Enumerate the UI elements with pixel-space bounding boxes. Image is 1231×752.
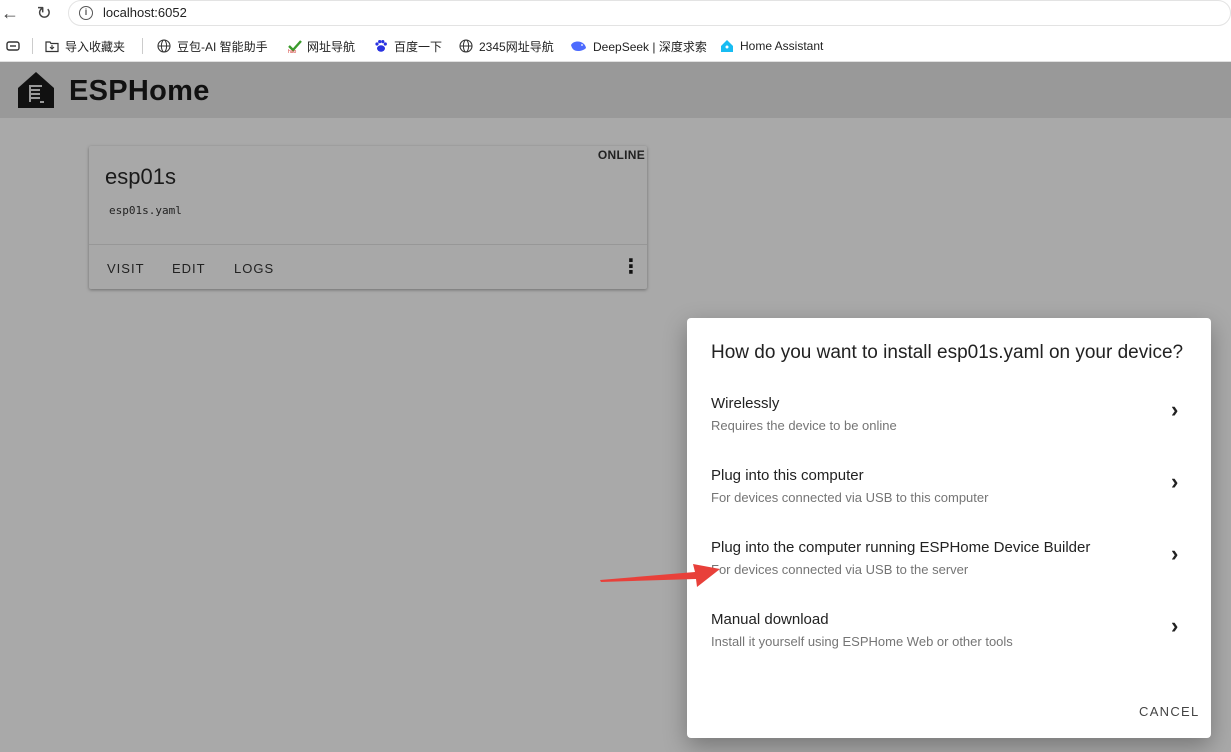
chevron-right-icon: › (1171, 469, 1179, 494)
option-plug-server[interactable]: Plug into the computer running ESPHome D… (687, 532, 1211, 604)
hao-icon: hao (287, 39, 302, 55)
reload-icon[interactable]: ↻ (34, 3, 54, 23)
option-title: Plug into the computer running ESPHome D… (711, 539, 1091, 556)
visit-button[interactable]: VISIT (107, 261, 145, 276)
cancel-button[interactable]: CANCEL (1139, 704, 1200, 719)
globe-icon (157, 39, 171, 53)
bookmark-label: 豆包-AI 智能助手 (177, 39, 268, 54)
device-name: esp01s (105, 164, 176, 189)
dialog-title: How do you want to install esp01s.yaml o… (711, 342, 1184, 363)
option-title: Plug into this computer (711, 467, 864, 484)
option-title: Wirelessly (711, 395, 780, 412)
app-title: ESPHome (69, 75, 210, 107)
edit-button[interactable]: EDIT (172, 261, 206, 276)
bookmark-label: Home Assistant (740, 39, 824, 53)
browser-address-bar: ← ↻ i localhost:6052 (0, 0, 1231, 29)
chevron-right-icon: › (1171, 397, 1179, 422)
home-assistant-icon (720, 39, 734, 53)
bookmark-hao[interactable]: hao 网址导航 (287, 37, 356, 56)
bookmark-doubao[interactable]: 豆包-AI 智能助手 (157, 37, 268, 55)
device-card: ONLINE esp01s esp01s.yaml VISIT EDIT LOG… (89, 146, 647, 289)
bookmark-2345[interactable]: 2345网址导航 (459, 37, 554, 55)
bookmark-import[interactable]: 导入收藏夹 (45, 37, 125, 55)
baidu-paw-icon (374, 39, 388, 53)
annotation-arrow-icon (600, 564, 720, 587)
more-vert-icon[interactable]: ⋮ (621, 256, 641, 278)
bookmark-label: 导入收藏夹 (65, 39, 126, 54)
status-badge: ONLINE (597, 148, 645, 162)
option-wirelessly[interactable]: Wirelessly Requires the device to be onl… (687, 388, 1211, 460)
option-title: Manual download (711, 611, 829, 628)
option-subtitle: Requires the device to be online (711, 418, 897, 433)
option-subtitle: For devices connected via USB to this co… (711, 490, 989, 505)
globe-icon (459, 39, 473, 53)
install-dialog: How do you want to install esp01s.yaml o… (687, 318, 1211, 738)
svg-text:hao: hao (288, 49, 297, 53)
bookmark-label: 网址导航 (307, 39, 356, 54)
bookmark-baidu[interactable]: 百度一下 (374, 37, 442, 55)
esphome-logo-icon (16, 70, 56, 110)
bookmark-deepseek[interactable]: DeepSeek | 深度求索 (570, 37, 707, 55)
bookmarks-bar: 导入收藏夹 豆包-AI 智能助手 hao 网址导航 百度一下 2345网址导航 … (0, 29, 1231, 62)
url-text: localhost:6052 (103, 5, 187, 20)
chevron-right-icon: › (1171, 613, 1179, 638)
folder-import-icon (45, 39, 59, 53)
option-subtitle: Install it yourself using ESPHome Web or… (711, 634, 1013, 649)
bookmarks-toggle-icon[interactable] (6, 37, 20, 55)
logs-button[interactable]: LOGS (234, 261, 274, 276)
bookmark-label: 2345网址导航 (479, 39, 554, 54)
option-subtitle: For devices connected via USB to the ser… (711, 562, 969, 577)
app-header: ESPHome (0, 62, 1231, 118)
back-icon[interactable]: ← (0, 3, 20, 23)
option-manual-download[interactable]: Manual download Install it yourself usin… (687, 604, 1211, 676)
chevron-right-icon: › (1171, 541, 1179, 566)
bookmark-label: DeepSeek | 深度求索 (593, 39, 707, 54)
card-divider (89, 244, 647, 245)
deepseek-whale-icon (570, 39, 587, 53)
url-field[interactable]: i localhost:6052 (68, 0, 1231, 26)
bookmark-label: 百度一下 (394, 39, 443, 54)
info-icon[interactable]: i (79, 6, 93, 20)
bookmark-home-assistant[interactable]: Home Assistant (720, 37, 823, 55)
option-plug-this-computer[interactable]: Plug into this computer For devices conn… (687, 460, 1211, 532)
device-config-file: esp01s.yaml (109, 204, 182, 217)
